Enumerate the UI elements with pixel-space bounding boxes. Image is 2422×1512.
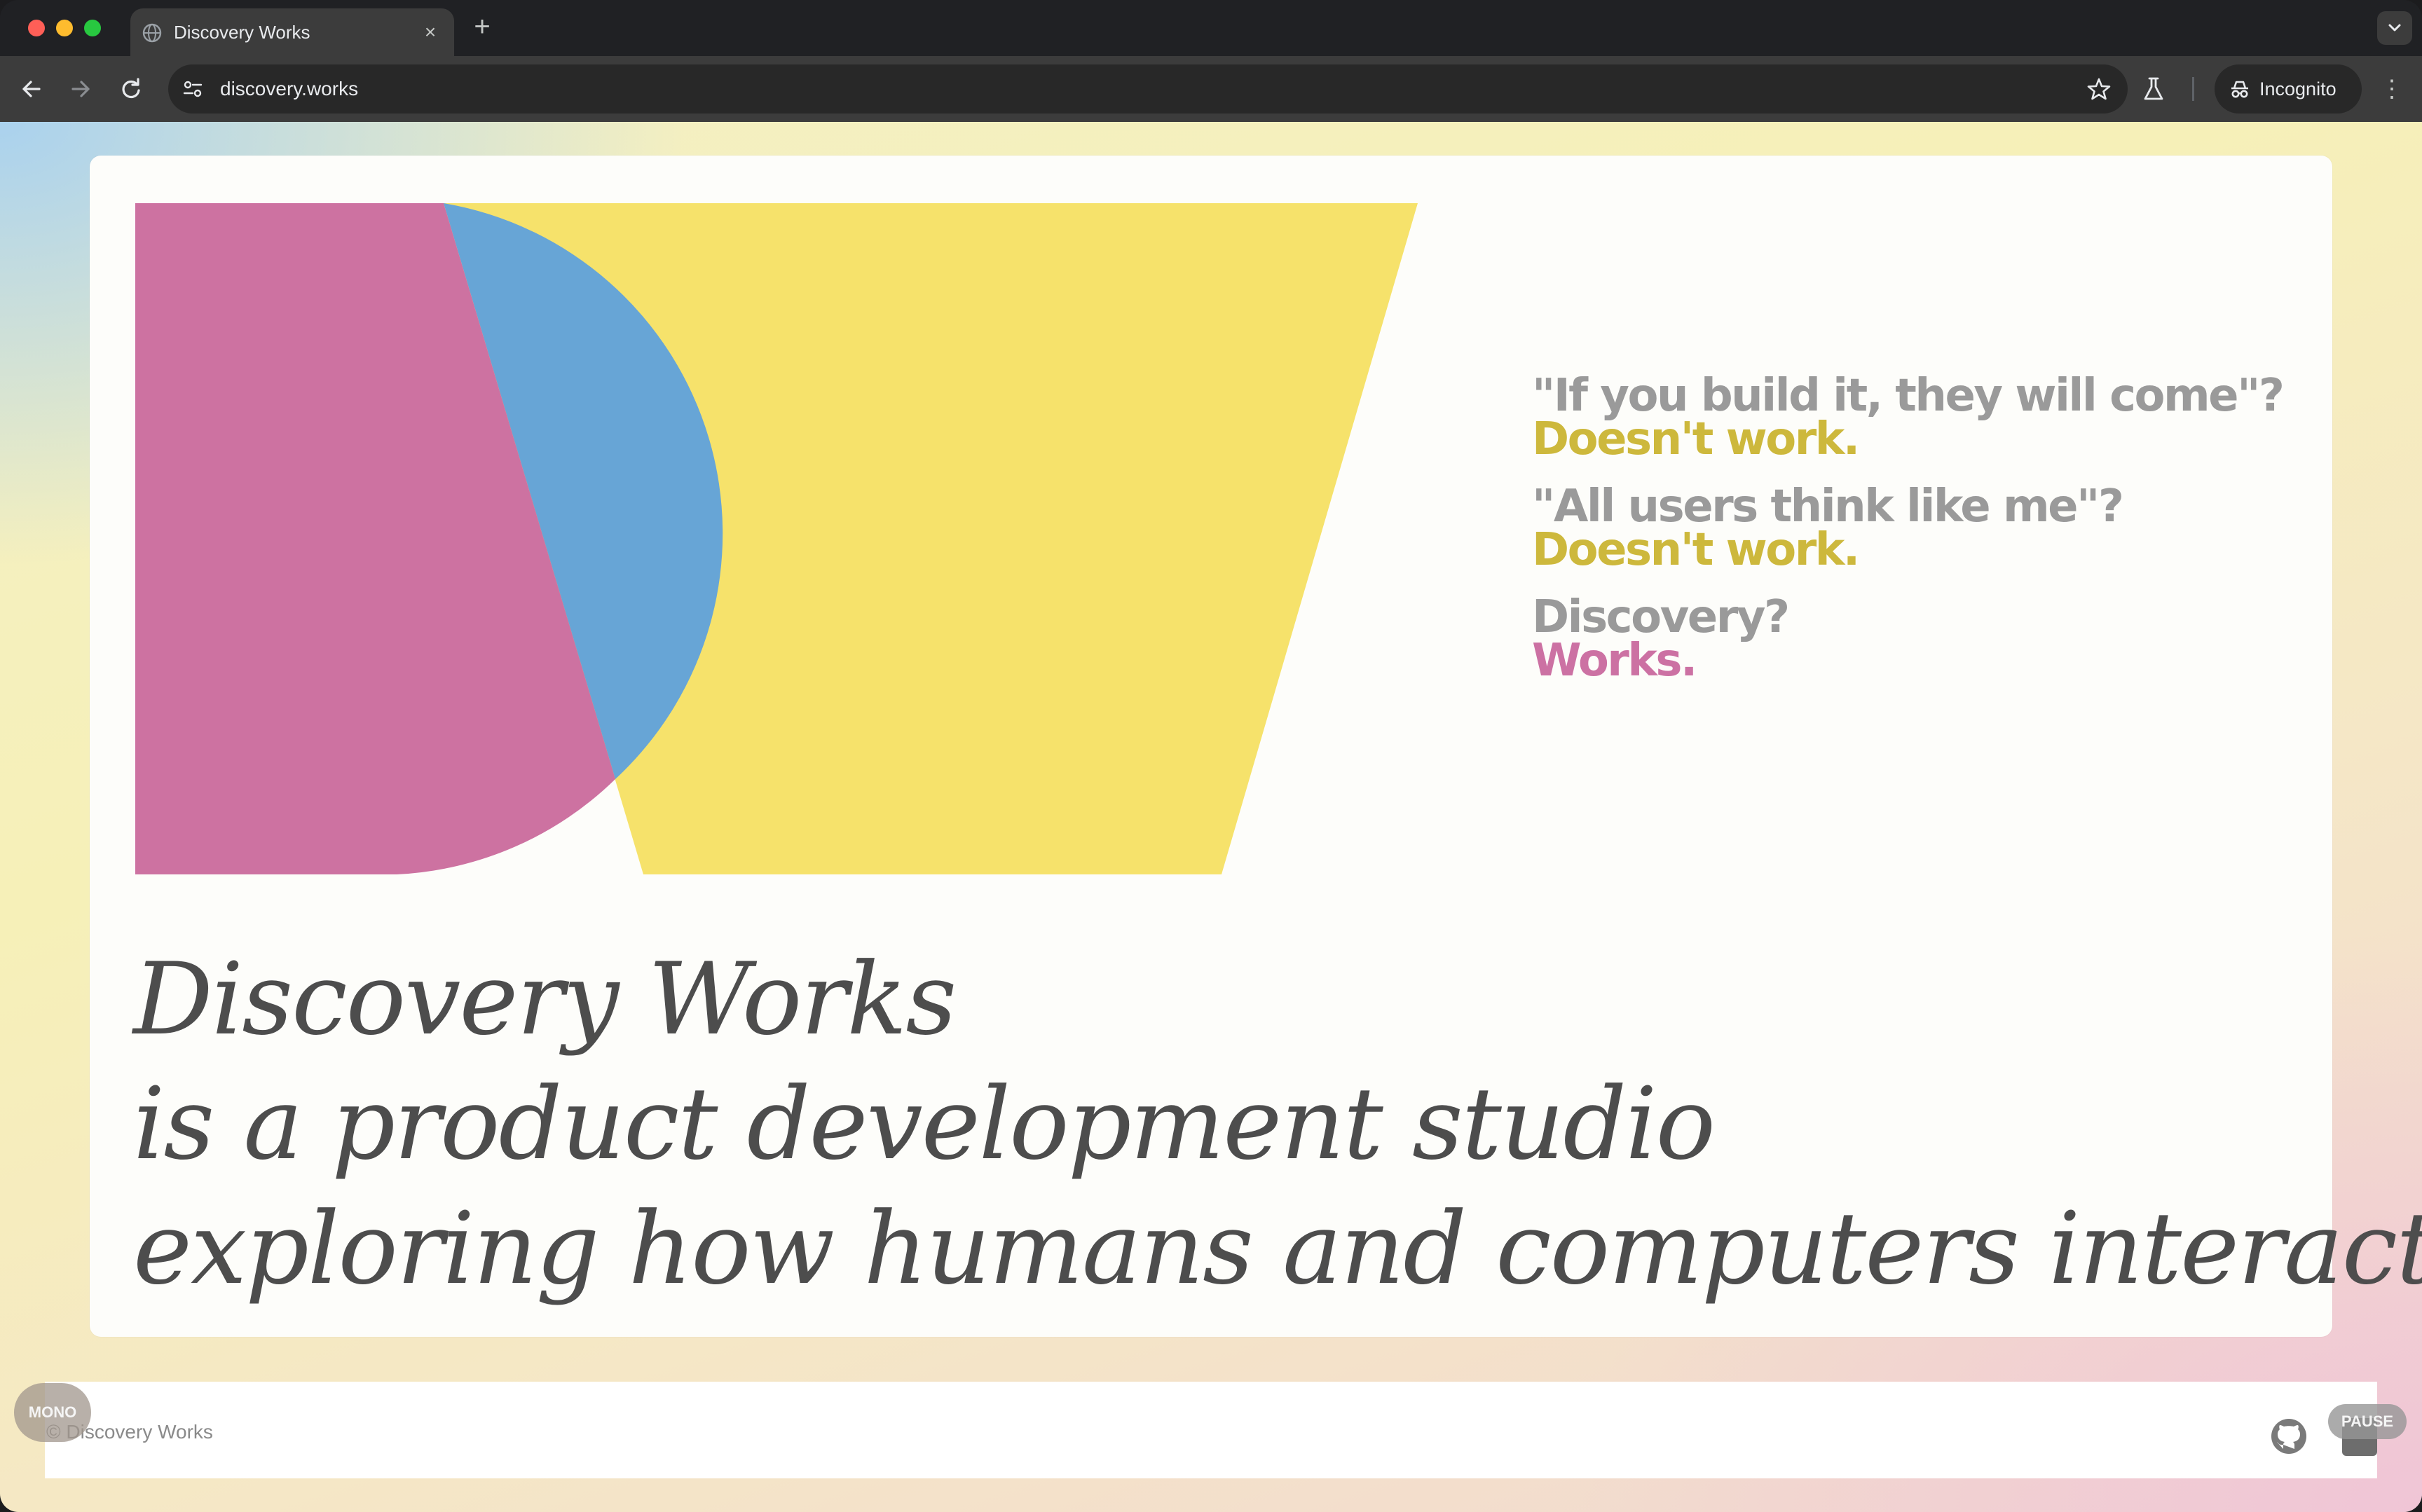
forward-arrow-icon[interactable] [63,71,98,106]
bookmark-star-icon[interactable] [2086,76,2112,102]
github-icon[interactable] [2269,1417,2308,1456]
mono-toggle-button[interactable]: MONO [14,1383,91,1442]
tagline-answer: Works. [1532,635,1697,687]
studio-statement: Discovery Works is a product development… [133,937,2422,1312]
zoom-window-button[interactable] [84,20,101,36]
labs-flask-icon[interactable] [2137,73,2170,105]
address-bar[interactable]: discovery.works [168,64,2128,114]
close-window-button[interactable] [28,20,45,36]
statement-line-2: is a product development studio [133,1066,1716,1182]
tagline-question: "If you build it, they will come"? [1532,370,2285,422]
tab-strip: Discovery Works × + [0,0,2422,56]
tagline-item: "If you build it, they will come"? Doesn… [1532,370,2289,465]
globe-icon [142,23,162,43]
tab-title: Discovery Works [174,22,310,43]
pause-button[interactable]: PAUSE [2328,1404,2407,1439]
tagline-item: "All users think like me"? Doesn't work. [1532,481,2289,576]
tagline-answer: Doesn't work. [1532,524,1860,576]
incognito-icon [2231,81,2248,98]
incognito-profile-button[interactable]: Incognito [2215,64,2362,114]
tagline-list: "If you build it, they will come"? Doesn… [1532,370,2289,706]
discovery-works-logo [135,203,1418,874]
tagline-item: Discovery? Works. [1532,591,2289,687]
chevron-down-icon [2388,24,2401,32]
incognito-label: Incognito [2259,78,2337,99]
tab-search-button[interactable] [2377,11,2412,45]
site-footer: © Discovery Works [45,1382,2377,1478]
site-settings-icon[interactable] [181,77,205,101]
tab-discovery-works[interactable]: Discovery Works × [130,8,454,56]
new-tab-button[interactable]: + [467,13,498,43]
browser-menu-icon[interactable]: ⋮ [2376,73,2408,105]
toolbar-divider [2192,77,2194,101]
hero-card: "If you build it, they will come"? Doesn… [90,156,2422,1337]
browser-window: Discovery Works × + discovery.works Inco… [0,0,2422,1512]
statement-line-1: Discovery Works [133,942,957,1057]
tagline-question: "All users think like me"? [1532,481,2124,532]
url-text[interactable]: discovery.works [220,74,358,104]
tagline-answer: Doesn't work. [1532,413,1860,465]
browser-toolbar: discovery.works Incognito ⋮ [0,56,2422,122]
page-viewport: "If you build it, they will come"? Doesn… [0,122,2422,1512]
statement-line-3: exploring how humans and computers inter… [133,1191,2422,1307]
reload-icon[interactable] [114,71,149,106]
back-arrow-icon[interactable] [14,71,49,106]
minimize-window-button[interactable] [56,20,73,36]
tagline-question: Discovery? [1532,591,1790,643]
tab-close-icon[interactable]: × [416,18,444,46]
